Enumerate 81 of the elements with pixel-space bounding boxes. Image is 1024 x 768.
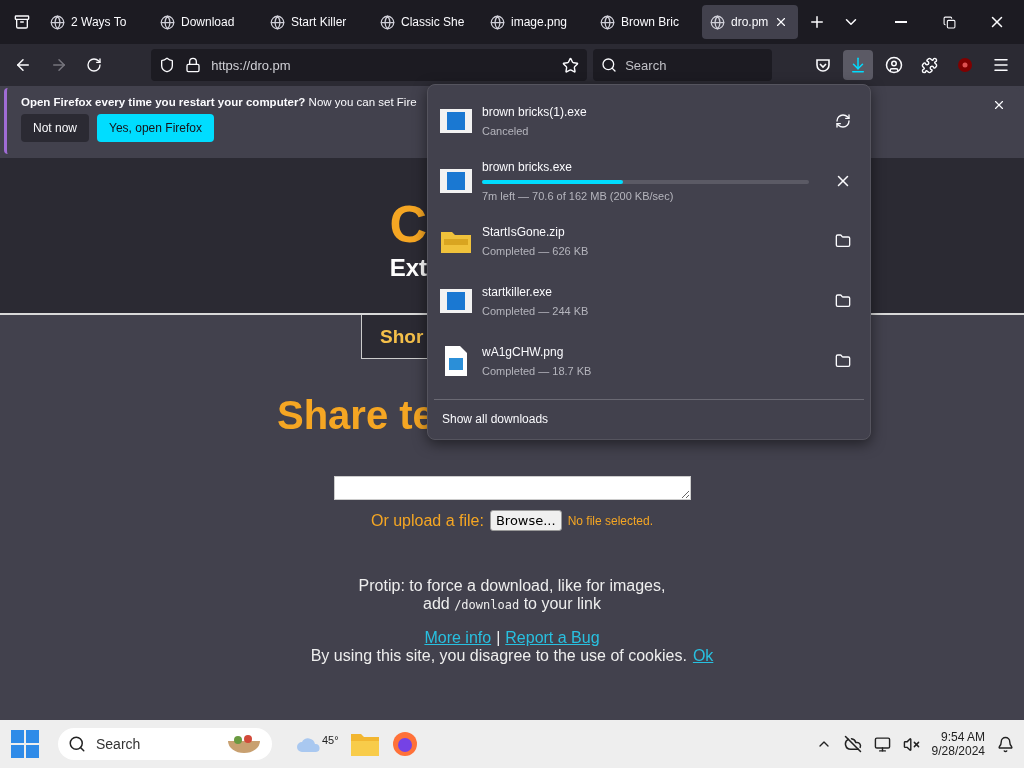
cookie-notice: By using this site, you disagree to the use of cookies. xyxy=(310,647,687,665)
tab-title: Brown Bric xyxy=(621,15,679,29)
address-bar[interactable]: https://dro.pm xyxy=(151,49,588,81)
show-all-downloads-link[interactable]: Show all downloads xyxy=(434,399,864,438)
program-icon xyxy=(440,169,472,193)
tab-title: Download xyxy=(181,15,235,29)
tab-title: image.png xyxy=(511,15,568,29)
browser-tab[interactable]: Start Killer xyxy=(262,5,368,39)
browser-tab[interactable]: Classic She xyxy=(372,5,478,39)
browser-tab[interactable]: 2 Ways To xyxy=(42,5,148,39)
nav-button[interactable]: Shor xyxy=(361,315,427,359)
report-bug-link[interactable]: Report a Bug xyxy=(505,629,600,647)
zip-folder-icon xyxy=(441,229,471,253)
restore-icon xyxy=(942,15,956,29)
bookmark-star-icon[interactable] xyxy=(562,56,580,74)
program-icon xyxy=(440,109,472,133)
menu-icon xyxy=(992,56,1011,74)
folder-icon xyxy=(835,353,851,369)
mute-icon[interactable] xyxy=(902,735,920,753)
windows-start-icon[interactable] xyxy=(10,729,40,759)
close-button[interactable] xyxy=(992,98,1006,112)
download-item[interactable]: wA1gCHW.png Completed — 18.7 KB xyxy=(434,331,864,391)
link-separator: | xyxy=(496,629,501,647)
bell-icon[interactable] xyxy=(997,735,1014,753)
download-item[interactable]: brown bricks.exe 7m left — 70.6 of 162 MB (200 KB/sec) xyxy=(434,151,864,211)
search-icon xyxy=(601,57,618,73)
tray-icon xyxy=(14,14,30,30)
program-icon xyxy=(440,289,472,313)
globe-icon xyxy=(270,14,285,30)
notification-message: Open Firefox every time you restart your computer? Now you can set Fire xyxy=(21,96,417,108)
confirm-button[interactable]: Yes, open Firefox xyxy=(97,114,214,142)
search-icon xyxy=(68,735,86,753)
folder-icon xyxy=(835,293,851,309)
minimize-icon xyxy=(895,21,907,23)
clock[interactable]: 9:54 AM 9/28/2024 xyxy=(931,730,985,758)
browser-tab[interactable]: Download xyxy=(152,5,258,39)
site-logo: C xyxy=(389,198,427,250)
globe-icon xyxy=(710,14,725,30)
more-info-link[interactable]: More info xyxy=(424,629,492,647)
globe-icon xyxy=(380,14,395,30)
globe-icon xyxy=(50,14,65,30)
download-item[interactable]: StartIsGone.zip Completed — 626 KB xyxy=(434,211,864,271)
shield-icon xyxy=(159,57,176,73)
globe-icon xyxy=(490,14,505,30)
tab-title: 2 Ways To xyxy=(71,15,127,29)
taskbar-search-field[interactable]: Search xyxy=(58,728,272,760)
globe-icon xyxy=(160,14,175,30)
file-status: No file selected. xyxy=(567,513,654,528)
site-subtitle: Ext xyxy=(389,254,427,282)
pocket-icon xyxy=(814,57,831,73)
folder-icon xyxy=(835,233,851,249)
account-icon xyxy=(884,56,903,74)
temperature: 45° xyxy=(322,734,339,746)
puzzle-icon xyxy=(921,56,939,74)
download-item[interactable]: brown bricks(1).exe Canceled xyxy=(434,91,864,151)
downloads-button[interactable] xyxy=(843,50,874,80)
close-icon xyxy=(992,98,1006,112)
browser-tab[interactable]: image.png xyxy=(482,5,588,39)
reload-icon xyxy=(86,57,103,73)
network-icon[interactable] xyxy=(873,735,891,753)
browser-tab[interactable]: dro.pm xyxy=(702,5,798,39)
tab-title: dro.pm xyxy=(731,15,769,29)
plus-icon xyxy=(808,13,826,31)
tab-title: Classic She xyxy=(401,15,465,29)
retry-icon xyxy=(835,113,851,129)
tab-title: Start Killer xyxy=(291,15,347,29)
download-item[interactable]: startkiller.exe Completed — 244 KB xyxy=(434,271,864,331)
globe-icon xyxy=(600,14,615,30)
cookie-ok-link[interactable]: Ok xyxy=(692,647,714,665)
browser-tab[interactable]: Brown Bric xyxy=(592,5,698,39)
lock-icon xyxy=(185,57,202,73)
protip-text: Protip: to force a download, like for images, add /download to your link xyxy=(358,577,666,613)
text-input-field[interactable] xyxy=(333,476,691,500)
firefox-icon[interactable] xyxy=(390,730,419,758)
image-file-icon xyxy=(445,346,467,376)
upload-label: Or upload a file: xyxy=(370,511,484,530)
search-field[interactable]: Search xyxy=(593,49,772,81)
browse-button[interactable]: Browse... xyxy=(489,510,562,531)
bowl-icon xyxy=(226,733,262,755)
cloud-off-icon[interactable] xyxy=(843,735,862,753)
dismiss-button[interactable]: Not now xyxy=(21,114,90,142)
